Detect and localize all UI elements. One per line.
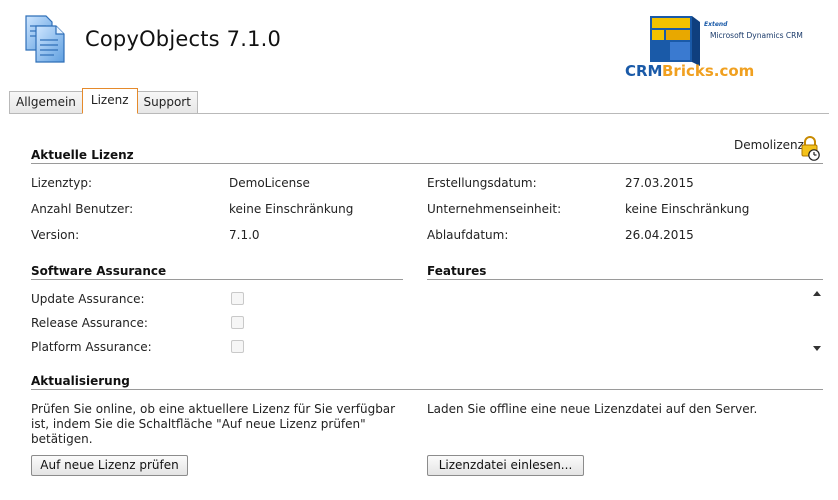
crmbricks-logo: Extend Microsoft Dynamics CRM CRM Bricks… <box>625 16 803 80</box>
section-rule <box>31 279 403 280</box>
label-update-assurance: Update Assurance: <box>31 292 145 306</box>
tab-lizenz[interactable]: Lizenz <box>81 88 138 114</box>
label-license-type: Lizenztyp: <box>31 176 93 190</box>
label-user-count: Anzahl Benutzer: <box>31 202 134 216</box>
label-release-assurance: Release Assurance: <box>31 316 148 330</box>
section-title-software-assurance: Software Assurance <box>31 264 167 278</box>
scroll-down-arrow-icon[interactable] <box>813 346 821 351</box>
value-creation-date: 27.03.2015 <box>625 176 694 190</box>
brand-product-text: Microsoft Dynamics CRM <box>710 31 803 40</box>
features-list[interactable] <box>427 286 825 356</box>
brand-name-a: CRM <box>625 62 663 80</box>
section-title-update: Aktualisierung <box>31 374 130 388</box>
app-title: CopyObjects 7.1.0 <box>85 27 282 51</box>
brand-extend-text: Extend <box>704 21 728 28</box>
value-user-count: keine Einschränkung <box>229 202 354 216</box>
platform-assurance-checkbox[interactable] <box>231 340 244 353</box>
release-assurance-checkbox[interactable] <box>231 316 244 329</box>
label-platform-assurance: Platform Assurance: <box>31 340 152 354</box>
section-rule <box>31 389 823 390</box>
header: CopyObjects 7.1.0 Extend Microsoft Dynam… <box>0 0 838 88</box>
load-license-file-button[interactable]: Lizenzdatei einlesen... <box>427 455 584 476</box>
offline-load-text: Laden Sie offline eine neue Lizenzdatei … <box>427 402 758 416</box>
section-rule <box>427 279 823 280</box>
value-expiry-date: 26.04.2015 <box>625 228 694 242</box>
check-new-license-button[interactable]: Auf neue Lizenz prüfen <box>31 455 188 476</box>
lock-clock-icon <box>801 136 820 161</box>
update-assurance-checkbox[interactable] <box>231 292 244 305</box>
label-version: Version: <box>31 228 80 242</box>
label-business-unit: Unternehmenseinheit: <box>427 202 562 216</box>
label-expiry-date: Ablaufdatum: <box>427 228 509 242</box>
tab-support[interactable]: Support <box>136 91 198 114</box>
brand-name-b: Bricks.com <box>662 62 754 80</box>
section-rule <box>31 163 823 164</box>
tab-bar: Allgemein Lizenz Support <box>9 88 198 114</box>
features-scrollbar[interactable] <box>809 286 825 356</box>
document-copy-icon <box>25 15 65 63</box>
online-check-text: Prüfen Sie online, ob eine aktuellere Li… <box>31 402 396 446</box>
demo-license-badge: Demolizenz <box>734 138 804 152</box>
value-license-type: DemoLicense <box>229 176 310 190</box>
tab-allgemein[interactable]: Allgemein <box>9 91 83 114</box>
section-title-features: Features <box>427 264 487 278</box>
value-business-unit: keine Einschränkung <box>625 202 750 216</box>
label-creation-date: Erstellungsdatum: <box>427 176 537 190</box>
section-title-current-license: Aktuelle Lizenz <box>31 148 134 162</box>
scroll-up-arrow-icon[interactable] <box>813 291 821 296</box>
value-version: 7.1.0 <box>229 228 260 242</box>
